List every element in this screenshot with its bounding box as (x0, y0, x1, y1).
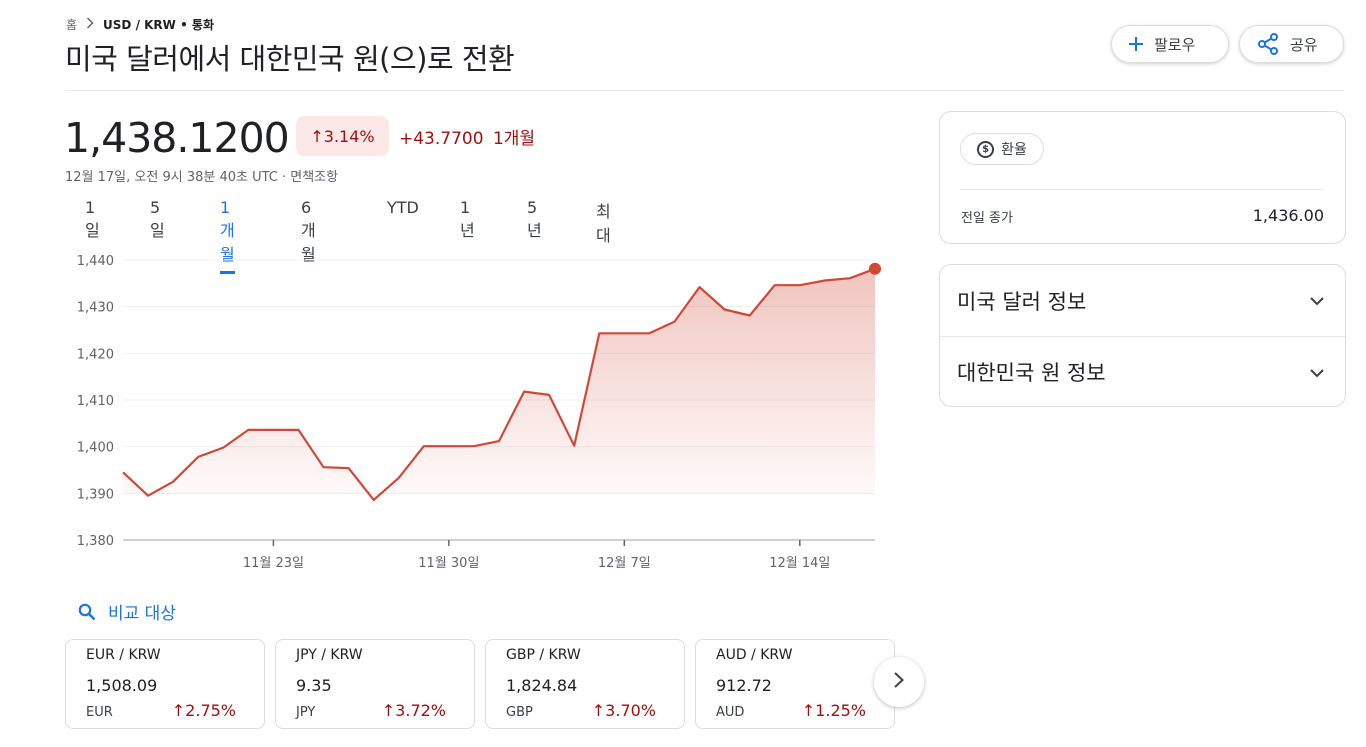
change-absolute-value: +43.7700 (399, 129, 484, 149)
prev-close-label: 전일 종가 (961, 211, 1013, 226)
divider (960, 189, 1324, 190)
change-period: 1개월 (492, 129, 536, 149)
compare-label: 비교 대상 (108, 604, 176, 624)
next-cards-button[interactable] (874, 657, 924, 707)
compare-card-aud[interactable]: AUD / KRW 912.72 AUD ↑1.25% (695, 639, 895, 729)
tab-1d[interactable]: 1일 (85, 198, 100, 247)
card-pair: GBP / KRW (506, 647, 581, 663)
compare-card-eur[interactable]: EUR / KRW 1,508.09 EUR ↑2.75% (65, 639, 265, 729)
usd-info-label: 미국 달러 정보 (957, 289, 1087, 314)
usd-info-row[interactable]: 미국 달러 정보 (940, 265, 1345, 336)
card-value: 9.35 (296, 676, 332, 695)
share-icon (1256, 32, 1280, 56)
header-divider (65, 90, 1345, 91)
current-price: 1,438.1200 (64, 114, 290, 162)
share-button[interactable]: 공유 (1239, 25, 1344, 63)
card-pair: AUD / KRW (716, 647, 793, 663)
tab-1y[interactable]: 1년 (460, 198, 475, 247)
compare-card-jpy[interactable]: JPY / KRW 9.35 JPY ↑3.72% (275, 639, 475, 729)
currency-coin-icon: $ (977, 140, 995, 158)
card-value: 912.72 (716, 676, 772, 695)
exchange-rate-chip-label: 환율 (1001, 142, 1027, 158)
card-currency: AUD (716, 705, 745, 720)
chart-y-tick-label: 1,400 (77, 441, 114, 456)
page-title: 미국 달러에서 대한민국 원(으)로 전환 (65, 42, 515, 76)
exchange-rate-card: $ 환율 전일 종가 1,436.00 (939, 111, 1346, 244)
chart-x-tick-label: 12월 7일 (598, 556, 651, 571)
tab-5d[interactable]: 5일 (150, 198, 165, 247)
card-change: ↑2.75% (171, 701, 236, 720)
search-icon (78, 603, 96, 621)
card-value: 1,824.84 (506, 676, 578, 695)
tab-5y[interactable]: 5년 (527, 198, 542, 247)
chevron-right-icon (86, 17, 94, 32)
chart-y-tick-label: 1,410 (77, 394, 114, 409)
breadcrumb-home[interactable]: 홈 (66, 16, 77, 33)
card-currency: EUR (86, 705, 113, 720)
compare-button[interactable]: 비교 대상 (78, 599, 176, 624)
chart-y-tick-label: 1,440 (77, 254, 114, 269)
card-currency: JPY (296, 705, 316, 720)
chart-area-fill (123, 268, 875, 500)
exchange-rate-chip[interactable]: $ 환율 (960, 133, 1044, 165)
card-pair: JPY / KRW (296, 647, 363, 663)
chart-y-tick-label: 1,390 (77, 487, 114, 502)
chevron-right-icon (893, 671, 905, 693)
chevron-down-icon (1309, 291, 1325, 310)
card-value: 1,508.09 (86, 676, 158, 695)
krw-info-label: 대한민국 원 정보 (957, 361, 1106, 385)
prev-close-value: 1,436.00 (1252, 206, 1324, 225)
follow-label: 팔로우 (1154, 35, 1196, 54)
card-pair: EUR / KRW (86, 647, 161, 663)
chart-last-point (869, 262, 881, 275)
card-change: ↑3.70% (591, 701, 656, 720)
quote-timestamp[interactable]: 12월 17일, 오전 9시 38분 40초 UTC · 면책조항 (65, 166, 338, 185)
chart-y-tick-label: 1,420 (77, 347, 114, 362)
price-chart[interactable]: 1,380 1,390 1,400 1,410 1,420 1,430 1,440 11월 … (65, 243, 895, 583)
card-change: ↑1.25% (801, 701, 866, 720)
chart-y-tick-label: 1,430 (77, 301, 114, 316)
change-absolute: +43.7700 1개월 (399, 124, 535, 149)
compare-card-gbp[interactable]: GBP / KRW 1,824.84 GBP ↑3.70% (485, 639, 685, 729)
follow-button[interactable]: 팔로우 (1111, 25, 1229, 63)
card-change: ↑3.72% (381, 701, 446, 720)
krw-info-row[interactable]: 대한민국 원 정보 (940, 336, 1345, 407)
tab-ytd[interactable]: YTD (387, 198, 419, 223)
chart-x-tick-label: 12월 14일 (769, 556, 830, 571)
share-label: 공유 (1290, 35, 1318, 54)
chart-x-tick-label: 11월 23일 (243, 556, 304, 571)
currency-info-card: 미국 달러 정보 대한민국 원 정보 (939, 264, 1346, 407)
chart-x-tick-label: 11월 30일 (418, 556, 479, 571)
breadcrumb-current: USD / KRW • 통화 (103, 18, 215, 32)
breadcrumb: 홈 USD / KRW • 통화 (66, 16, 214, 33)
chart-y-tick-label: 1,380 (77, 534, 114, 549)
plus-icon (1128, 36, 1144, 52)
chevron-down-icon (1309, 363, 1325, 382)
change-percent-badge: ↑3.14% (296, 116, 389, 156)
card-currency: GBP (506, 705, 533, 720)
